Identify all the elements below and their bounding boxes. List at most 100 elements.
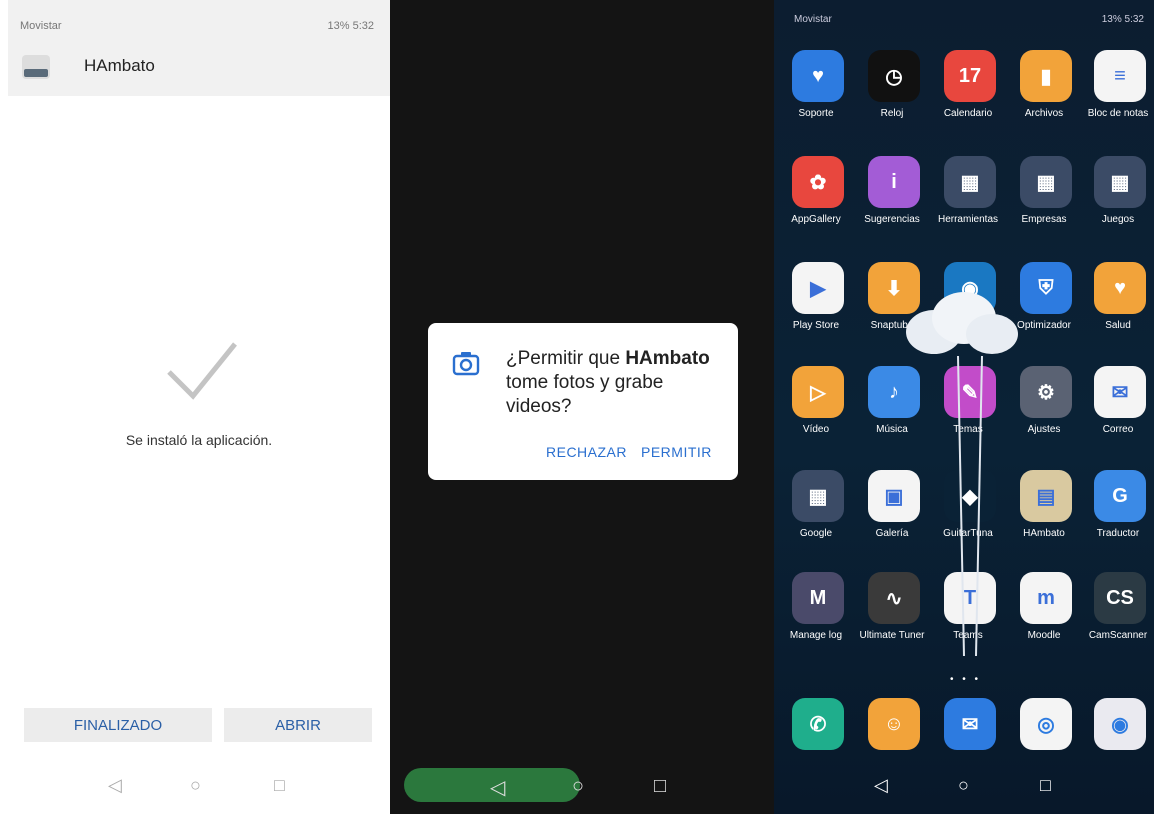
install-message: Se instaló la aplicación.	[125, 432, 273, 448]
app-glyph-icon: CS	[1094, 572, 1146, 624]
app-traductor[interactable]: G Traductor	[1080, 470, 1154, 566]
finish-button[interactable]: FINALIZADO	[24, 708, 212, 742]
dock-glyph-icon: ✉	[944, 698, 996, 750]
permission-dialog: ¿Permitir que HAmbato tome fotos y grabe…	[428, 323, 738, 480]
app-glyph-icon: ▶	[792, 262, 844, 314]
app-ultimate-tuner[interactable]: ∿ Ultimate Tuner	[854, 572, 930, 668]
app-glyph-icon: 17	[944, 50, 996, 102]
app-moodle[interactable]: m Moodle	[1006, 572, 1082, 668]
home-screen: Movistar 13% 5:32 ♥ Soporte ◷ Reloj 17 Calend…	[774, 0, 1154, 814]
dock-app-cámara[interactable]: ◉	[1080, 698, 1154, 794]
app-galería[interactable]: ▣ Galería	[854, 470, 930, 566]
dock-app-teléfono[interactable]: ✆	[778, 698, 854, 794]
app-herramientas[interactable]: ▦ Herramientas	[930, 156, 1006, 252]
app-label: Calendario	[943, 108, 993, 119]
app-icon	[22, 55, 50, 79]
app-glyph-icon: m	[1020, 572, 1072, 624]
app-glyph-icon: ▦	[1020, 156, 1072, 208]
installer-screen: Movistar 13% 5:32 HAmbato Se instaló la …	[8, 0, 390, 814]
dock-glyph-icon: ✆	[792, 698, 844, 750]
permission-screen: ¿Permitir que HAmbato tome fotos y grabe…	[390, 0, 774, 814]
app-label: Salud	[1105, 320, 1131, 331]
allow-button[interactable]: PERMITIR	[641, 444, 712, 460]
app-glyph-icon: ◷	[868, 50, 920, 102]
dock-glyph-icon: ☺	[868, 698, 920, 750]
status-bar: Movistar 13% 5:32	[8, 0, 390, 40]
app-empresas[interactable]: ▦ Empresas	[1006, 156, 1082, 252]
app-glyph-icon: ∿	[868, 572, 920, 624]
app-label: Ultimate Tuner	[859, 630, 925, 641]
status-bar: Movistar 13% 5:32	[774, 0, 1154, 30]
carrier-label: Movistar	[20, 20, 62, 32]
app-glyph-icon: ▮	[1020, 50, 1072, 102]
app-title: HAmbato	[84, 56, 155, 75]
app-label: Correo	[1102, 424, 1134, 435]
app-glyph-icon: M	[792, 572, 844, 624]
recent-apps-icon[interactable]: □	[1040, 775, 1051, 796]
app-glyph-icon: ♪	[868, 366, 920, 418]
dock-app-contactos[interactable]: ☺	[854, 698, 930, 794]
app-glyph-icon: ♥	[1094, 262, 1146, 314]
balloon-strings	[957, 356, 983, 656]
app-label: CamScanner	[1088, 630, 1148, 641]
app-glyph-icon: ▦	[792, 470, 844, 522]
app-appgallery[interactable]: ✿ AppGallery	[778, 156, 854, 252]
app-glyph-icon: ♥	[792, 50, 844, 102]
permission-question: ¿Permitir que HAmbato tome fotos y grabe…	[506, 347, 726, 419]
app-label: Juegos	[1101, 214, 1135, 225]
clock-label: 13% 5:32	[1101, 14, 1144, 25]
app-vídeo[interactable]: ▷ Vídeo	[778, 366, 854, 462]
app-soporte[interactable]: ♥ Soporte	[778, 50, 854, 146]
dock-glyph-icon: ◉	[1094, 698, 1146, 750]
app-play-store[interactable]: ▶ Play Store	[778, 262, 854, 358]
question-suffix: tome fotos y grabe videos?	[506, 372, 664, 417]
app-google[interactable]: ▦ Google	[778, 470, 854, 566]
back-icon[interactable]: ◁	[490, 775, 505, 800]
app-label: Reloj	[880, 108, 904, 119]
carrier-label: Movistar	[794, 14, 832, 25]
app-label: Herramientas	[937, 214, 999, 225]
app-salud[interactable]: ♥ Salud	[1080, 262, 1154, 358]
app-glyph-icon: ▦	[944, 156, 996, 208]
open-button[interactable]: ABRIR	[224, 708, 372, 742]
app-bloc-de-notas[interactable]: ≡ Bloc de notas	[1080, 50, 1154, 146]
app-ajustes[interactable]: ⚙ Ajustes	[1006, 366, 1082, 462]
app-glyph-icon: ▷	[792, 366, 844, 418]
app-glyph-icon: G	[1094, 470, 1146, 522]
app-label: Bloc de notas	[1087, 108, 1149, 119]
recent-apps-icon[interactable]: □	[654, 775, 666, 798]
app-label: Traductor	[1096, 528, 1140, 539]
app-juegos[interactable]: ▦ Juegos	[1080, 156, 1154, 252]
checkmark-icon	[167, 342, 237, 400]
deny-button[interactable]: RECHAZAR	[546, 444, 627, 460]
home-icon[interactable]: ○	[190, 775, 201, 796]
question-app-name: HAmbato	[625, 348, 710, 369]
home-icon[interactable]: ○	[572, 775, 584, 798]
app-reloj[interactable]: ◷ Reloj	[854, 50, 930, 146]
app-hambato[interactable]: ▤ HAmbato	[1006, 470, 1082, 566]
recent-apps-icon[interactable]: □	[274, 775, 285, 796]
app-label: Galería	[875, 528, 909, 539]
app-manage-log[interactable]: M Manage log	[778, 572, 854, 668]
dock-glyph-icon: ◎	[1020, 698, 1072, 750]
app-correo[interactable]: ✉ Correo	[1080, 366, 1154, 462]
app-glyph-icon: ≡	[1094, 50, 1146, 102]
cloud-icon	[906, 292, 1018, 354]
app-glyph-icon: ▦	[1094, 156, 1146, 208]
app-sugerencias[interactable]: i Sugerencias	[854, 156, 930, 252]
clock-label: 13% 5:32	[327, 20, 374, 32]
app-glyph-icon: i	[868, 156, 920, 208]
app-label: Música	[876, 424, 908, 435]
app-música[interactable]: ♪ Música	[854, 366, 930, 462]
page-indicator: • • •	[950, 674, 982, 685]
app-glyph-icon: ▣	[868, 470, 920, 522]
back-icon[interactable]: ◁	[874, 775, 888, 796]
app-archivos[interactable]: ▮ Archivos	[1006, 50, 1082, 146]
app-calendario[interactable]: 17 Calendario	[930, 50, 1006, 146]
app-glyph-icon: ✉	[1094, 366, 1146, 418]
app-camscanner[interactable]: CS CamScanner	[1080, 572, 1154, 668]
back-icon[interactable]: ◁	[108, 775, 122, 796]
camera-icon	[452, 352, 480, 376]
app-header	[8, 40, 390, 96]
home-icon[interactable]: ○	[958, 775, 969, 796]
